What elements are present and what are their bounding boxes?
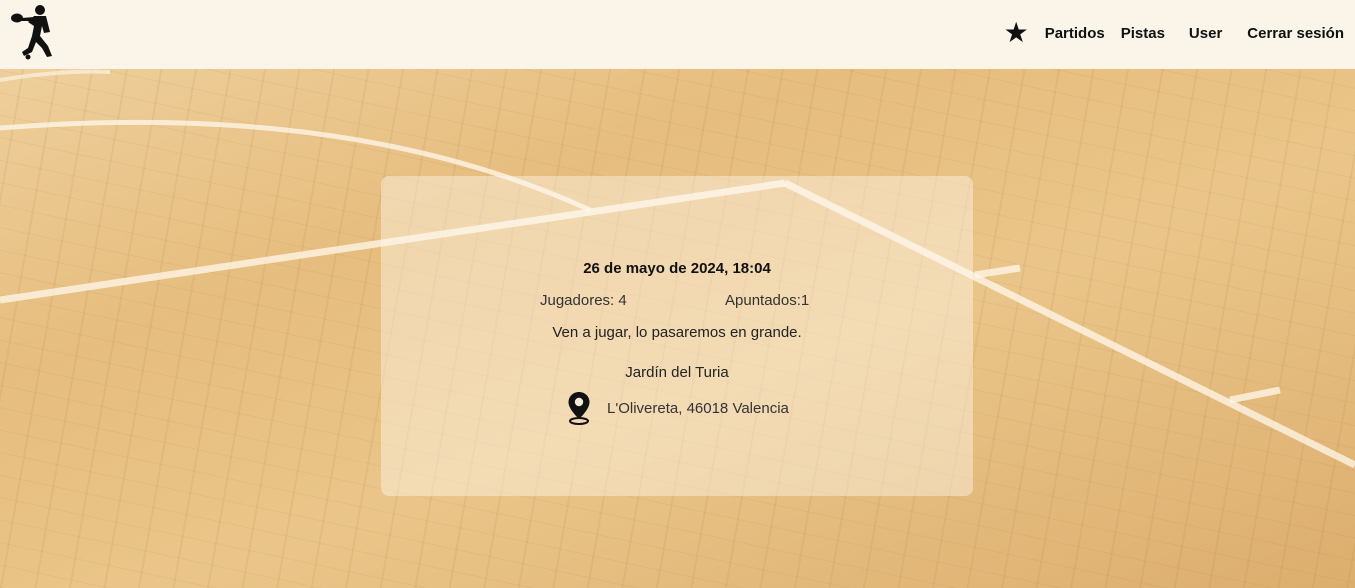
address-row: L'Olivereta, 46018 Valencia bbox=[567, 391, 789, 425]
main-nav: ★ Partidos Pistas User Cerrar sesión bbox=[1004, 18, 1344, 48]
star-icon[interactable]: ★ bbox=[1004, 18, 1029, 48]
signed-up-count: Apuntados:1 bbox=[725, 292, 810, 309]
venue-name: Jardín del Turia bbox=[625, 364, 729, 381]
match-card: 26 de mayo de 2024, 18:04 Jugadores: 4 A… bbox=[381, 176, 973, 496]
players-count: Jugadores: 4 bbox=[540, 292, 627, 309]
map-pin-icon bbox=[568, 392, 590, 425]
match-description: Ven a jugar, lo pasaremos en grande. bbox=[552, 324, 802, 341]
top-navbar: ★ Partidos Pistas User Cerrar sesión bbox=[0, 0, 1355, 69]
venue-address: L'Olivereta, 46018 Valencia bbox=[607, 399, 789, 417]
padel-player-logo[interactable] bbox=[8, 2, 68, 62]
nav-link-partidos[interactable]: Partidos bbox=[1045, 25, 1105, 42]
logout-link[interactable]: Cerrar sesión bbox=[1247, 25, 1344, 42]
nav-link-pistas[interactable]: Pistas bbox=[1121, 25, 1165, 42]
nav-link-user[interactable]: User bbox=[1189, 25, 1222, 42]
match-datetime: 26 de mayo de 2024, 18:04 bbox=[583, 260, 771, 277]
